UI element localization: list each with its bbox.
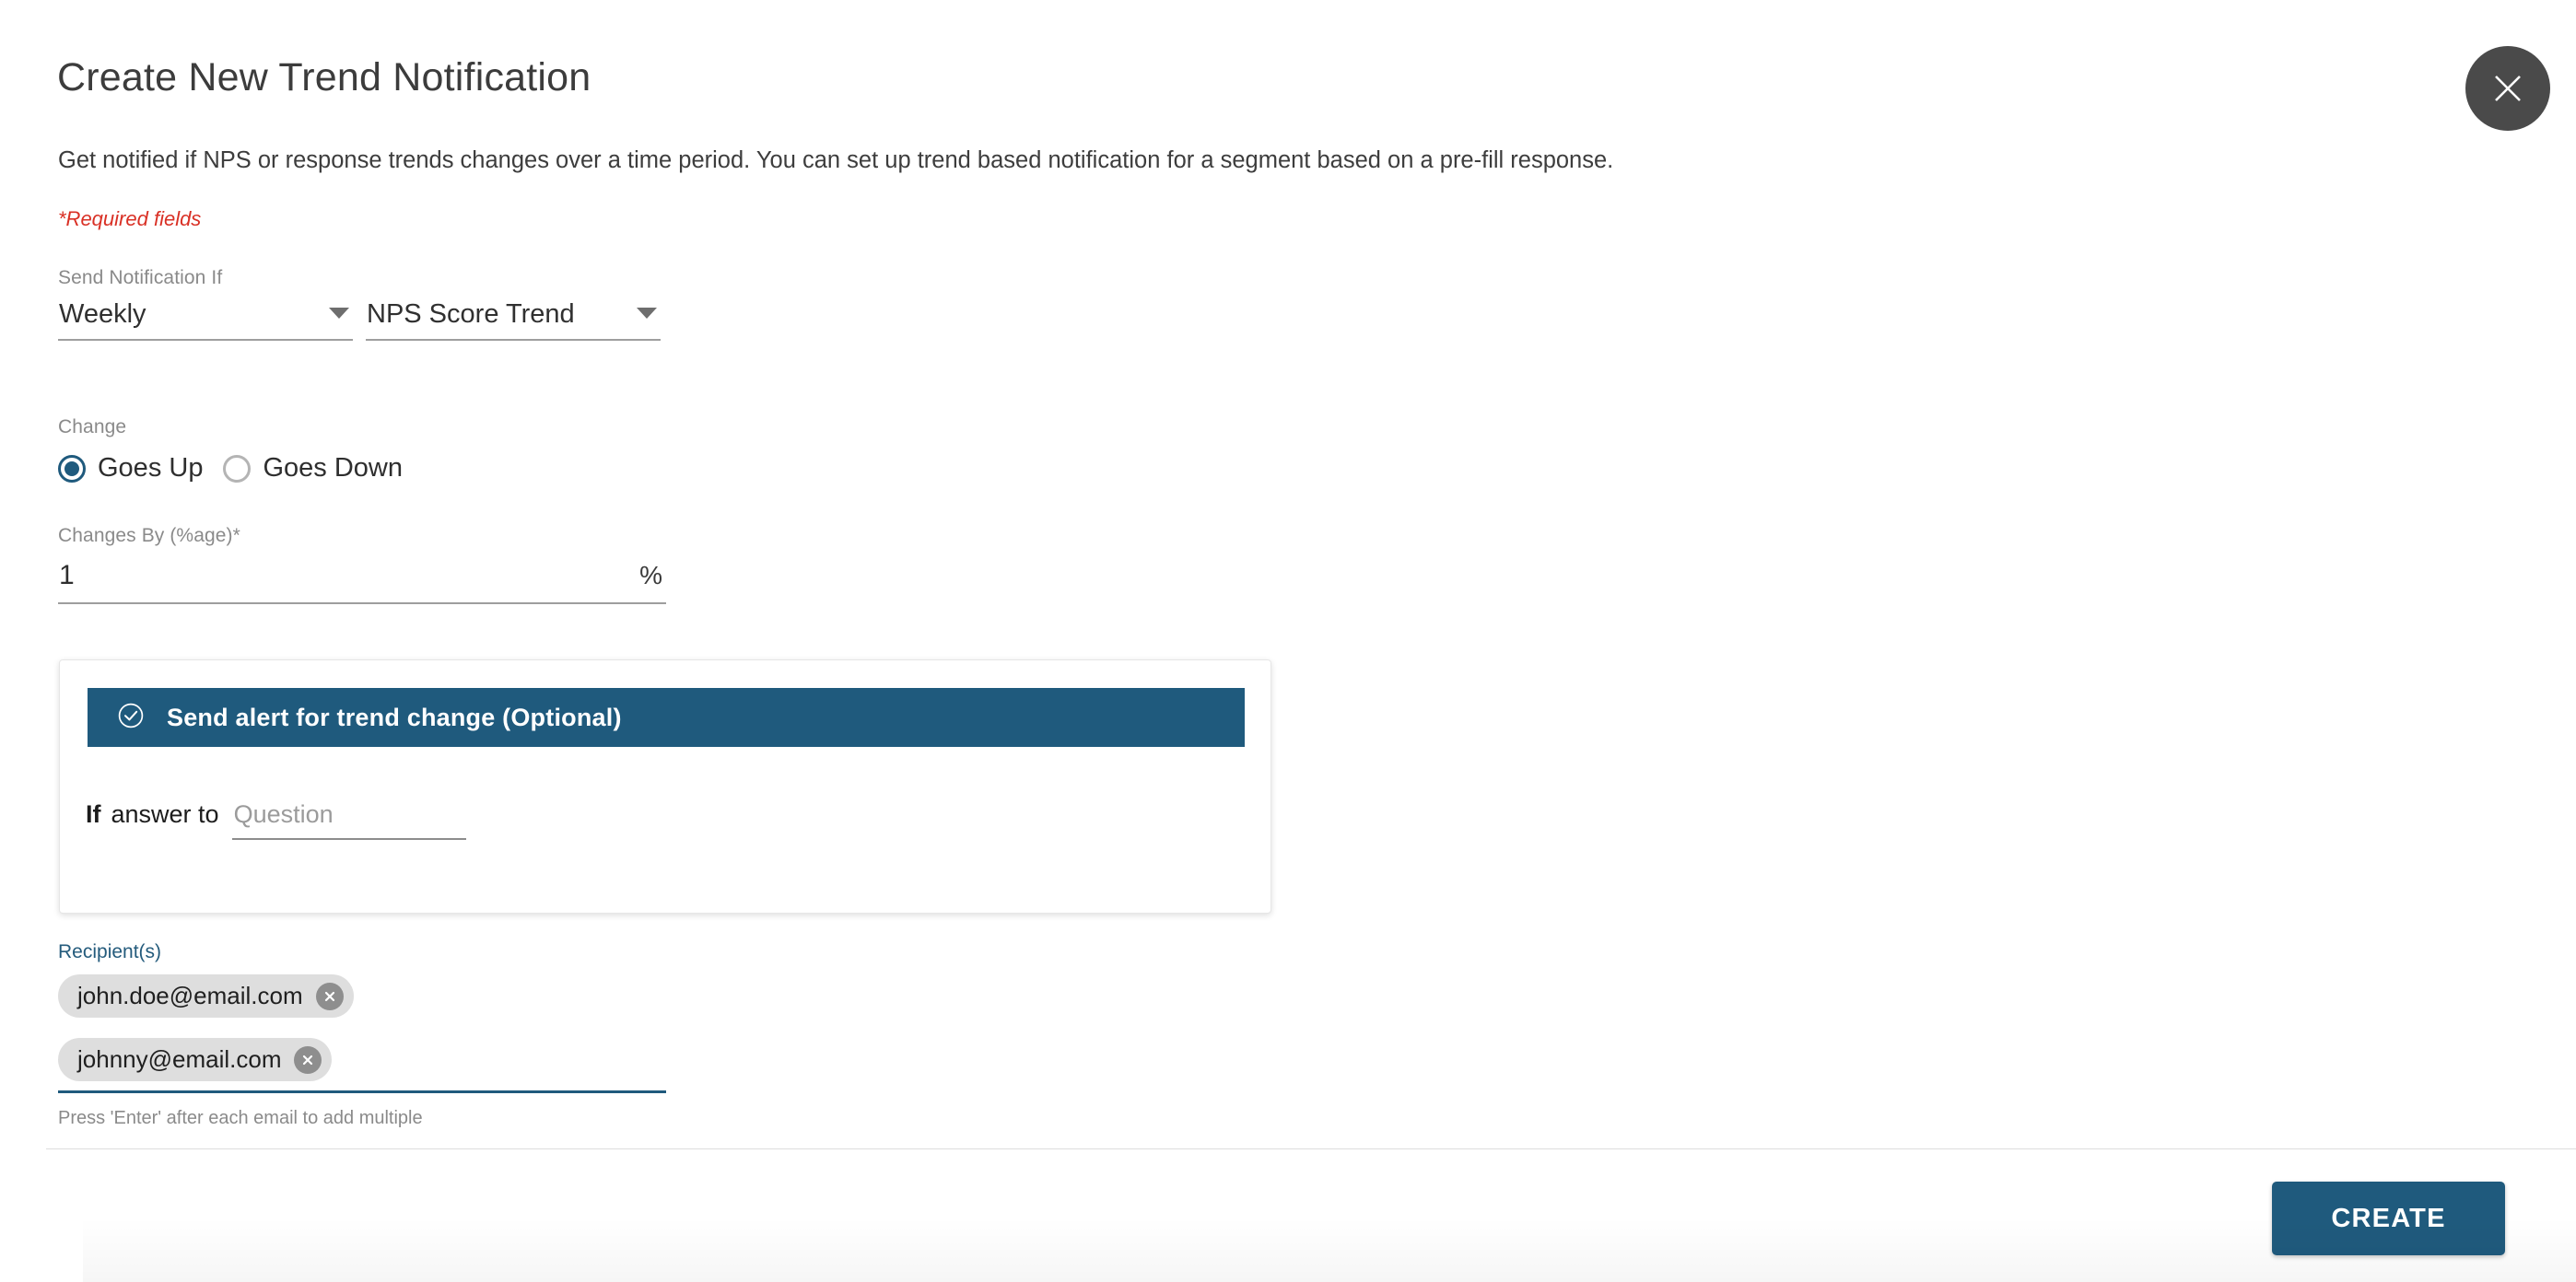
page-description: Get notified if NPS or response trends c… [58, 147, 1614, 173]
radio-goes-up-circle [58, 454, 86, 483]
chevron-down-icon [637, 307, 657, 319]
radio-goes-down-label: Goes Down [263, 453, 403, 483]
recipient-chip-list: john.doe@email.com johnny@email.com [58, 974, 666, 1081]
recipients-label: Recipient(s) [58, 941, 162, 962]
send-alert-banner-label: Send alert for trend change (Optional) [167, 703, 622, 731]
recipients-field[interactable]: john.doe@email.com johnny@email.com [58, 974, 666, 1093]
metric-select-group: NPS Score Trend [366, 267, 661, 341]
change-direction-group: Change Goes Up Goes Down [58, 416, 403, 484]
footer-divider [46, 1148, 2576, 1149]
condition-row: If answer to [86, 800, 466, 840]
metric-select-value: NPS Score Trend [367, 299, 575, 329]
changes-by-group: Changes By (%age)* % [58, 525, 666, 604]
metric-select[interactable]: NPS Score Trend [366, 299, 661, 341]
radio-goes-down-circle [223, 454, 252, 483]
recipients-helper-text: Press 'Enter' after each email to add mu… [58, 1108, 423, 1128]
frequency-select-group: Send Notification If Weekly [58, 267, 353, 341]
required-fields-note: *Required fields [58, 207, 202, 230]
radio-goes-up-label: Goes Up [98, 453, 204, 483]
send-notification-if-label: Send Notification If [58, 267, 223, 288]
frequency-select[interactable]: Weekly [58, 299, 353, 341]
change-label: Change [58, 416, 127, 437]
send-alert-banner[interactable]: Send alert for trend change (Optional) [88, 688, 1245, 747]
change-radio-row: Goes Up Goes Down [58, 453, 403, 484]
send-notification-if-row: Send Notification If Weekly NPS Score Tr… [58, 267, 661, 341]
chevron-down-icon [329, 307, 349, 319]
changes-by-input[interactable] [59, 560, 538, 591]
radio-goes-up[interactable]: Goes Up [58, 453, 203, 484]
recipient-chip-email: john.doe@email.com [77, 982, 303, 1009]
condition-if-label: If [86, 800, 101, 828]
frequency-select-value: Weekly [59, 299, 146, 329]
close-circle-icon[interactable] [315, 982, 344, 1010]
recipients-group: Recipient(s) john.doe@email.com johnny@e… [58, 941, 666, 1129]
trend-alert-panel: Send alert for trend change (Optional) I… [59, 659, 1271, 914]
close-dialog-button[interactable] [2465, 46, 2550, 131]
changes-by-label: Changes By (%age)* [58, 525, 240, 546]
close-icon [2488, 69, 2527, 108]
radio-goes-down[interactable]: Goes Down [223, 453, 403, 484]
changes-by-input-row: % [58, 560, 666, 604]
condition-answer-to-label: answer to [111, 800, 219, 828]
percent-symbol: % [639, 561, 662, 589]
create-trend-notification-dialog: Create New Trend Notification Get notifi… [0, 0, 2576, 1282]
bottom-shadow [83, 1218, 2576, 1282]
check-circle-icon [117, 702, 145, 734]
create-button[interactable]: CREATE [2272, 1182, 2505, 1255]
close-circle-icon[interactable] [294, 1045, 322, 1074]
question-input[interactable] [231, 800, 466, 840]
recipient-chip: john.doe@email.com [58, 974, 354, 1018]
recipient-chip-email: johnny@email.com [77, 1045, 282, 1073]
recipient-chip: johnny@email.com [58, 1038, 333, 1081]
page-title: Create New Trend Notification [57, 55, 591, 99]
